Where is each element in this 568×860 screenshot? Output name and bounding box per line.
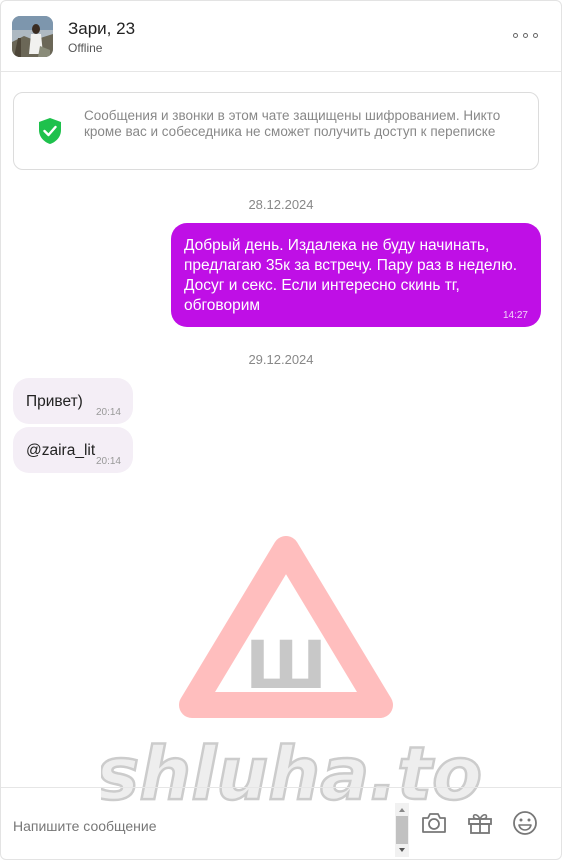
encryption-notice: Сообщения и звонки в этом чате защищены …: [13, 92, 539, 170]
message-text: Добрый день. Издалека не буду начинать, …: [184, 237, 518, 314]
date-separator: 29.12.2024: [248, 352, 314, 367]
message-text: @zaira_lit: [26, 442, 96, 459]
message-time: 14:27: [502, 310, 528, 321]
scrollbar[interactable]: [395, 803, 409, 857]
outgoing-message[interactable]: Добрый день. Издалека не буду начинать, …: [171, 223, 541, 327]
chat-header: Зари, 23 Offline: [1, 1, 561, 72]
avatar[interactable]: [12, 16, 53, 57]
incoming-message[interactable]: @zaira_lit 20:14: [13, 427, 133, 473]
message-time: 20:14: [95, 456, 121, 467]
gift-icon[interactable]: [465, 808, 495, 838]
encryption-notice-text: Сообщения и звонки в этом чате защищены …: [84, 108, 501, 139]
watermark-letter: Ш: [245, 627, 327, 704]
message-time: 20:14: [95, 407, 121, 418]
camera-icon[interactable]: [419, 808, 449, 838]
date-separator: 28.12.2024: [248, 197, 314, 212]
shield-check-icon: [39, 118, 61, 144]
watermark: Ш shluha.to: [101, 536, 481, 816]
message-input[interactable]: Напишите сообщение: [13, 818, 157, 834]
message-composer: Напишите сообщение: [1, 787, 561, 859]
emoji-icon[interactable]: [510, 808, 540, 838]
contact-name: Зари, 23: [68, 19, 136, 38]
incoming-message[interactable]: Привет) 20:14: [13, 378, 133, 424]
contact-status: Offline: [68, 41, 103, 55]
message-text: Привет): [26, 393, 83, 410]
more-dots-icon[interactable]: [513, 28, 539, 44]
chat-window: Зари, 23 Offline Сообщения и звонки в эт…: [0, 0, 562, 860]
